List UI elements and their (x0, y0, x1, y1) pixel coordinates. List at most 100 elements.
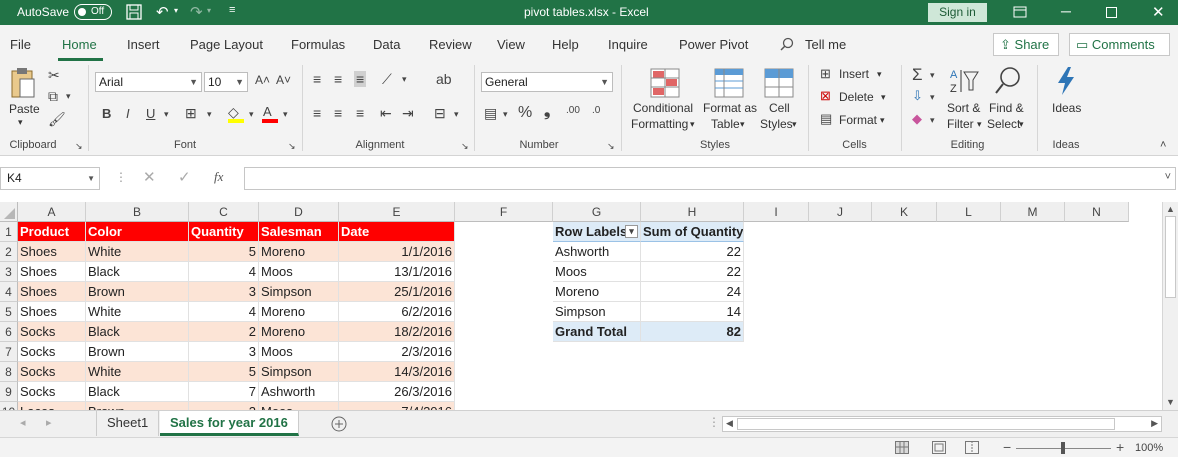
conditional-formatting-icon[interactable] (650, 68, 680, 98)
pivot-header-row-labels[interactable]: Row Labels ▾ (553, 222, 641, 242)
column-header[interactable]: B (86, 202, 189, 222)
increase-decimal-icon[interactable]: .00 (566, 105, 580, 116)
column-header[interactable]: E (339, 202, 455, 222)
column-header[interactable]: D (259, 202, 339, 222)
cancel-icon[interactable]: ✕ (143, 168, 156, 186)
decrease-decimal-icon[interactable]: .0 (592, 105, 600, 116)
table-cell[interactable]: 13/1/2016 (339, 262, 455, 282)
table-cell[interactable]: Moos (259, 402, 339, 410)
table-cell[interactable]: Shoes (18, 302, 86, 322)
table-cell[interactable]: 4 (189, 262, 259, 282)
table-cell[interactable]: Shoes (18, 242, 86, 262)
find-select-label-2[interactable]: Select (987, 117, 1020, 131)
find-select-icon[interactable] (994, 66, 1022, 96)
autosum-dropdown-icon[interactable]: ▾ (930, 70, 935, 81)
table-cell[interactable]: Brown (86, 402, 189, 410)
table-cell[interactable]: White (86, 302, 189, 322)
delete-cells-icon[interactable]: ⊠ (820, 88, 831, 104)
table-cell[interactable]: Socks (18, 362, 86, 382)
insert-dropdown-icon[interactable]: ▾ (877, 69, 882, 80)
tab-page-layout[interactable]: Page Layout (190, 37, 263, 52)
save-icon[interactable] (126, 4, 142, 20)
formula-input[interactable]: ˅ (244, 167, 1176, 190)
table-cell[interactable]: 5 (189, 362, 259, 382)
column-header[interactable]: H (641, 202, 744, 222)
format-as-table-label-2[interactable]: Table (711, 117, 740, 131)
zoom-in-icon[interactable]: + (1116, 439, 1124, 455)
scroll-left-icon[interactable]: ◀ (726, 418, 733, 429)
table-cell[interactable]: 25/1/2016 (339, 282, 455, 302)
align-middle-icon[interactable]: ≡ (334, 71, 342, 87)
font-name-select[interactable]: Arial ▼ (95, 72, 202, 92)
sort-filter-label-1[interactable]: Sort & (947, 101, 980, 115)
page-layout-view-icon[interactable] (932, 441, 946, 454)
row-header[interactable]: 1 (0, 222, 18, 242)
fill-color-dropdown-icon[interactable]: ▾ (249, 109, 254, 120)
table-cell[interactable]: Moos (259, 342, 339, 362)
ribbon-display-icon[interactable] (1013, 6, 1027, 18)
underline-dropdown-icon[interactable]: ▾ (164, 109, 169, 120)
accounting-dropdown-icon[interactable]: ▾ (503, 109, 508, 120)
sort-filter-dropdown-icon[interactable]: ▾ (977, 119, 982, 130)
number-format-select[interactable]: General ▼ (481, 72, 613, 92)
sign-in-button[interactable]: Sign in (928, 3, 987, 22)
conditional-formatting-dropdown-icon[interactable]: ▾ (690, 119, 695, 130)
row-header[interactable]: 3 (0, 262, 18, 282)
copy-icon[interactable]: ⧉ (48, 88, 58, 105)
table-cell[interactable]: Simpson (259, 362, 339, 382)
tab-power-pivot[interactable]: Power Pivot (679, 37, 748, 52)
column-header[interactable]: F (455, 202, 553, 222)
format-as-table-label-1[interactable]: Format as (703, 101, 757, 115)
pivot-row-label[interactable]: Moreno (553, 282, 641, 302)
ideas-icon[interactable] (1054, 66, 1078, 96)
scroll-tabs-right-icon[interactable]: ▸ (46, 416, 52, 429)
pivot-row-label[interactable]: Moos (553, 262, 641, 282)
scroll-down-icon[interactable]: ▼ (1166, 397, 1175, 407)
dialog-launcher-icon[interactable]: ↘ (607, 141, 615, 152)
pivot-header-sum[interactable]: Sum of Quantity (641, 222, 744, 242)
table-cell[interactable]: Shoes (18, 282, 86, 302)
borders-icon[interactable]: ⊞ (185, 105, 197, 122)
pivot-row-value[interactable]: 24 (641, 282, 744, 302)
merge-dropdown-icon[interactable]: ▾ (454, 109, 459, 120)
sort-filter-icon[interactable]: AZ (950, 66, 980, 96)
redo-dropdown-icon[interactable]: ▾ (207, 6, 211, 15)
tab-data[interactable]: Data (373, 37, 400, 52)
collapse-ribbon-icon[interactable]: ˄ (1160, 139, 1166, 151)
table-cell[interactable]: Laces (18, 402, 86, 410)
align-right-icon[interactable]: ≡ (356, 105, 364, 121)
enter-icon[interactable]: ✓ (178, 168, 191, 186)
tab-help[interactable]: Help (552, 37, 579, 52)
table-cell[interactable]: Moreno (259, 302, 339, 322)
table-header-cell[interactable]: Product (18, 222, 86, 242)
table-cell[interactable]: 4 (189, 302, 259, 322)
row-header[interactable]: 9 (0, 382, 18, 402)
vertical-scrollbar[interactable]: ▲ ▼ (1162, 202, 1178, 410)
column-header[interactable]: L (937, 202, 1001, 222)
delete-dropdown-icon[interactable]: ▾ (881, 92, 886, 103)
zoom-slider-thumb[interactable] (1061, 442, 1065, 454)
share-button[interactable]: ⇪ Share (993, 33, 1059, 56)
format-as-table-dropdown-icon[interactable]: ▾ (740, 119, 745, 130)
horizontal-scroll-thumb[interactable] (737, 418, 1115, 430)
column-header[interactable]: C (189, 202, 259, 222)
pivot-row-label[interactable]: Simpson (553, 302, 641, 322)
table-cell[interactable]: Black (86, 382, 189, 402)
orientation-dropdown-icon[interactable]: ▾ (402, 74, 407, 85)
normal-view-icon[interactable] (895, 441, 909, 454)
horizontal-scrollbar[interactable]: ◀ ▶ (722, 416, 1162, 432)
table-cell[interactable]: 7/4/2016 (339, 402, 455, 410)
column-header[interactable]: K (872, 202, 937, 222)
row-header[interactable]: 10 (0, 402, 18, 410)
table-cell[interactable]: 7 (189, 382, 259, 402)
table-cell[interactable]: 2 (189, 322, 259, 342)
zoom-level[interactable]: 100% (1135, 442, 1163, 454)
table-cell[interactable]: 2 (189, 402, 259, 410)
worksheet-grid[interactable]: ABCDEFGHIJKLMN 12345678910 ProductColorQ… (0, 202, 1162, 410)
conditional-formatting-label-1[interactable]: Conditional (633, 101, 693, 115)
autosave-toggle[interactable]: Off (74, 4, 112, 20)
borders-dropdown-icon[interactable]: ▾ (207, 109, 212, 120)
pivot-row-value[interactable]: 22 (641, 262, 744, 282)
table-cell[interactable]: White (86, 362, 189, 382)
table-cell[interactable]: Black (86, 322, 189, 342)
